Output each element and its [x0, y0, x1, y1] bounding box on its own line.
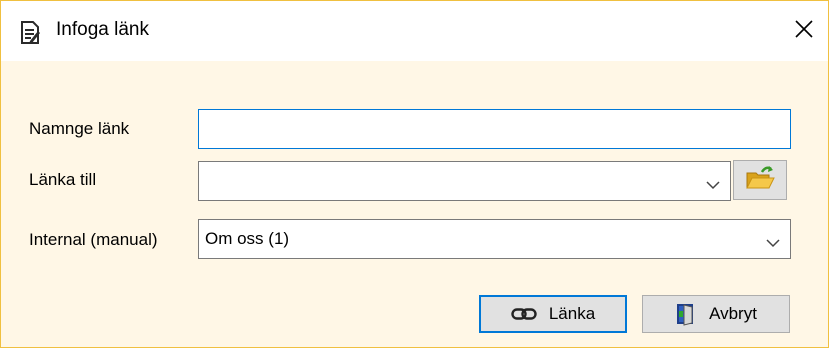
name-link-label: Namnge länk	[29, 119, 130, 138]
internal-label: Internal (manual)	[29, 230, 158, 249]
name-link-input[interactable]	[198, 109, 791, 149]
chain-link-icon	[511, 307, 537, 321]
window-title: Infoga länk	[56, 19, 149, 40]
link-to-combobox[interactable]	[198, 161, 731, 201]
close-icon	[795, 19, 813, 43]
browse-button[interactable]	[733, 160, 787, 200]
chevron-down-icon[interactable]	[766, 235, 780, 248]
link-button[interactable]: Länka	[479, 295, 627, 333]
title-bar: Infoga länk	[1, 1, 828, 61]
close-button[interactable]	[780, 1, 828, 61]
internal-select[interactable]: Om oss (1)	[198, 219, 791, 259]
link-button-label: Länka	[548, 304, 596, 323]
cancel-button[interactable]: Avbryt	[642, 295, 790, 333]
exit-door-icon	[675, 302, 697, 326]
folder-open-icon	[745, 165, 775, 196]
internal-selected-value: Om oss (1)	[205, 229, 290, 248]
insert-link-dialog: Infoga länk Namnge länk Länka till Inter…	[0, 0, 829, 348]
cancel-button-label: Avbryt	[709, 304, 757, 323]
link-to-label: Länka till	[29, 170, 97, 189]
chevron-down-icon[interactable]	[706, 177, 720, 190]
document-edit-icon	[19, 21, 41, 45]
